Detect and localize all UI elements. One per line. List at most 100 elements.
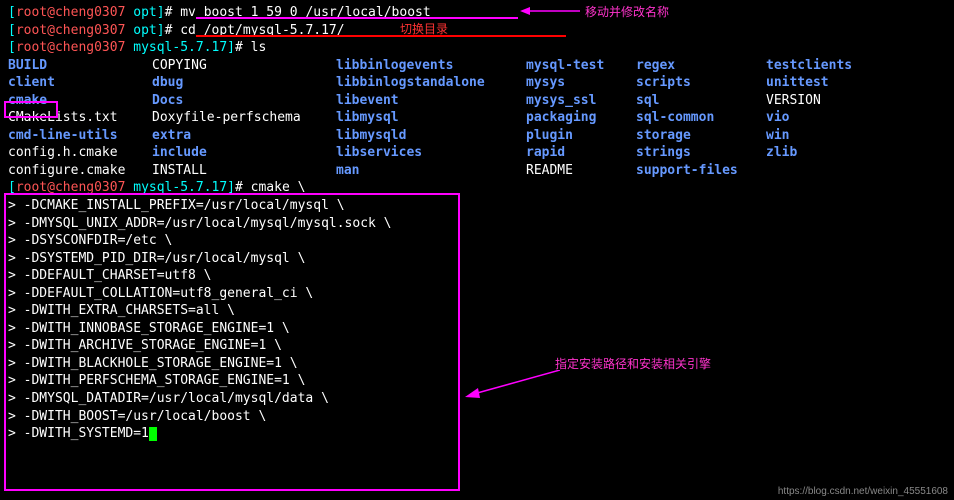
ls-item: libmysql	[336, 109, 526, 127]
ls-item: support-files	[636, 162, 766, 180]
cmake-line: > -DDEFAULT_COLLATION=utf8_general_ci \	[8, 285, 946, 303]
ls-item: INSTALL	[152, 162, 336, 180]
ls-item: BUILD	[8, 57, 152, 75]
ls-item: win	[766, 127, 886, 145]
cmake-line: > -DSYSTEMD_PID_DIR=/usr/local/mysql \	[8, 250, 946, 268]
ls-row: cmakeDocslibeventmysys_sslsqlVERSION	[8, 92, 946, 110]
continuation-prompt: >	[8, 286, 24, 301]
watermark: https://blog.csdn.net/weixin_45551608	[778, 485, 948, 499]
ls-item: libmysqld	[336, 127, 526, 145]
ls-item: libbinlogstandalone	[336, 74, 526, 92]
ls-item: strings	[636, 144, 766, 162]
cmake-arg: -DSYSTEMD_PID_DIR=/usr/local/mysql \	[24, 251, 306, 266]
ls-item: README	[526, 162, 636, 180]
cmake-line: > -DMYSQL_DATADIR=/usr/local/mysql/data …	[8, 390, 946, 408]
cmake-line: > -DWITH_ARCHIVE_STORAGE_ENGINE=1 \	[8, 337, 946, 355]
cmake-arg: -DWITH_ARCHIVE_STORAGE_ENGINE=1 \	[24, 338, 282, 353]
ls-item: client	[8, 74, 152, 92]
ls-item: Doxyfile-perfschema	[152, 109, 336, 127]
continuation-prompt: >	[8, 321, 24, 336]
cmake-arg: -DWITH_SYSTEMD=1	[24, 426, 149, 441]
ls-item: configure.cmake	[8, 162, 152, 180]
cmake-arg: -DWITH_BOOST=/usr/local/boost \	[24, 409, 267, 424]
ls-item: Docs	[152, 92, 336, 110]
cmake-line: > -DWITH_BOOST=/usr/local/boost \	[8, 408, 946, 426]
cmake-arg: -DMYSQL_UNIX_ADDR=/usr/local/mysql/mysql…	[24, 216, 392, 231]
continuation-prompt: >	[8, 338, 24, 353]
terminal-line-1: [root@cheng0307 opt]# mv boost 1 59 0 /u…	[8, 4, 946, 22]
continuation-prompt: >	[8, 198, 24, 213]
ls-item: rapid	[526, 144, 636, 162]
ls-row: configure.cmakeINSTALLmanREADMEsupport-f…	[8, 162, 946, 180]
ls-item: unittest	[766, 74, 886, 92]
ls-item: sql	[636, 92, 766, 110]
ls-item: libevent	[336, 92, 526, 110]
command-mv: mv boost 1 59 0 /usr/local/boost	[180, 5, 430, 20]
cursor	[149, 427, 157, 441]
ls-row: BUILDCOPYINGlibbinlogeventsmysql-testreg…	[8, 57, 946, 75]
continuation-prompt: >	[8, 251, 24, 266]
ls-item: mysys	[526, 74, 636, 92]
ls-item: packaging	[526, 109, 636, 127]
cmake-arg: -DWITH_PERFSCHEMA_STORAGE_ENGINE=1 \	[24, 373, 306, 388]
cmake-arg: -DCMAKE_INSTALL_PREFIX=/usr/local/mysql …	[24, 198, 345, 213]
ls-item: vio	[766, 109, 886, 127]
continuation-prompt: >	[8, 356, 24, 371]
ls-item: config.h.cmake	[8, 144, 152, 162]
cmake-arg: -DWITH_INNOBASE_STORAGE_ENGINE=1 \	[24, 321, 290, 336]
terminal-line-cmake: [root@cheng0307 mysql-5.7.17]# cmake \	[8, 179, 946, 197]
ls-item: regex	[636, 57, 766, 75]
continuation-prompt: >	[8, 303, 24, 318]
cmake-arg: -DSYSCONFDIR=/etc \	[24, 233, 173, 248]
cmake-line: > -DWITH_PERFSCHEMA_STORAGE_ENGINE=1 \	[8, 372, 946, 390]
ls-item: testclients	[766, 57, 886, 75]
cmake-arg: -DWITH_BLACKHOLE_STORAGE_ENGINE=1 \	[24, 356, 298, 371]
continuation-prompt: >	[8, 409, 24, 424]
cmake-line: > -DWITH_INNOBASE_STORAGE_ENGINE=1 \	[8, 320, 946, 338]
continuation-prompt: >	[8, 233, 24, 248]
ls-item: extra	[152, 127, 336, 145]
ls-item: CMakeLists.txt	[8, 109, 152, 127]
ls-item: cmake	[8, 92, 152, 110]
ls-item: libservices	[336, 144, 526, 162]
continuation-prompt: >	[8, 268, 24, 283]
continuation-prompt: >	[8, 373, 24, 388]
ls-item: include	[152, 144, 336, 162]
ls-row: cmd-line-utilsextralibmysqldpluginstorag…	[8, 127, 946, 145]
ls-item: mysys_ssl	[526, 92, 636, 110]
command-cd: cd /opt/mysql-5.7.17/	[180, 23, 344, 38]
ls-item: plugin	[526, 127, 636, 145]
ls-item: man	[336, 162, 526, 180]
cmake-arg: -DWITH_EXTRA_CHARSETS=all \	[24, 303, 235, 318]
ls-item: COPYING	[152, 57, 336, 75]
cmake-arg: -DDEFAULT_COLLATION=utf8_general_ci \	[24, 286, 314, 301]
ls-item: cmd-line-utils	[8, 127, 152, 145]
ls-output: BUILDCOPYINGlibbinlogeventsmysql-testreg…	[8, 57, 946, 180]
ls-item: sql-common	[636, 109, 766, 127]
command-cmake: cmake \	[251, 180, 306, 195]
cmake-line: > -DDEFAULT_CHARSET=utf8 \	[8, 267, 946, 285]
ls-item: dbug	[152, 74, 336, 92]
cmake-line: > -DMYSQL_UNIX_ADDR=/usr/local/mysql/mys…	[8, 215, 946, 233]
cmake-line: > -DWITH_EXTRA_CHARSETS=all \	[8, 302, 946, 320]
ls-item: zlib	[766, 144, 886, 162]
terminal-line-3: [root@cheng0307 mysql-5.7.17]# ls	[8, 39, 946, 57]
cmake-continuation-lines: > -DCMAKE_INSTALL_PREFIX=/usr/local/mysq…	[8, 197, 946, 443]
continuation-prompt: >	[8, 216, 24, 231]
ls-item: mysql-test	[526, 57, 636, 75]
cmake-line: > -DWITH_BLACKHOLE_STORAGE_ENGINE=1 \	[8, 355, 946, 373]
cmake-arg: -DMYSQL_DATADIR=/usr/local/mysql/data \	[24, 391, 329, 406]
ls-row: CMakeLists.txtDoxyfile-perfschemalibmysq…	[8, 109, 946, 127]
ls-row: config.h.cmakeincludelibservicesrapidstr…	[8, 144, 946, 162]
terminal-line-2: [root@cheng0307 opt]# cd /opt/mysql-5.7.…	[8, 22, 946, 40]
ls-item: libbinlogevents	[336, 57, 526, 75]
ls-row: clientdbuglibbinlogstandalonemysysscript…	[8, 74, 946, 92]
command-ls: ls	[251, 40, 267, 55]
cmake-line: > -DCMAKE_INSTALL_PREFIX=/usr/local/mysq…	[8, 197, 946, 215]
ls-item: VERSION	[766, 92, 886, 110]
cmake-arg: -DDEFAULT_CHARSET=utf8 \	[24, 268, 212, 283]
cmake-line: > -DSYSCONFDIR=/etc \	[8, 232, 946, 250]
ls-item: storage	[636, 127, 766, 145]
continuation-prompt: >	[8, 391, 24, 406]
ls-item: scripts	[636, 74, 766, 92]
